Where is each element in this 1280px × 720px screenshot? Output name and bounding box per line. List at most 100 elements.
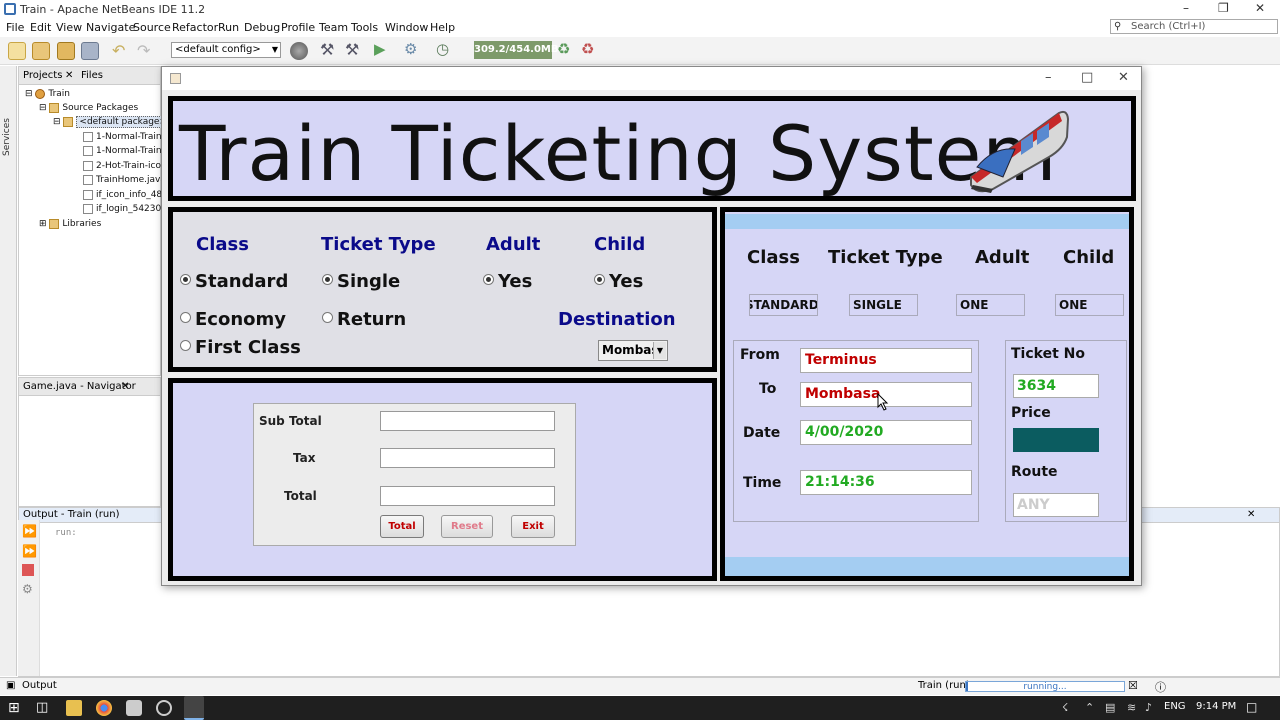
stop-gc-icon[interactable]: ♻: [581, 40, 594, 58]
chevron-up-icon[interactable]: ⌃: [1085, 701, 1094, 714]
destination-select[interactable]: Mombasa ▼: [598, 340, 668, 361]
chrome-icon[interactable]: [96, 700, 112, 716]
undo-icon[interactable]: ↶: [112, 42, 130, 60]
clock-app-icon[interactable]: [156, 700, 172, 716]
tab-projects[interactable]: Projects: [23, 70, 62, 81]
open-project-icon[interactable]: [57, 42, 75, 60]
menu-profile[interactable]: Profile: [281, 21, 315, 34]
radio-first-class[interactable]: First Class: [180, 337, 301, 358]
date-field[interactable]: 4/00/2020: [800, 420, 972, 445]
ticket-no-field[interactable]: 3634: [1013, 374, 1099, 398]
output-toggle-icon[interactable]: ▣: [6, 680, 15, 691]
notification-center-icon[interactable]: □: [1246, 700, 1257, 714]
gc-icon[interactable]: ♻: [557, 40, 570, 58]
redo-icon[interactable]: ↷: [137, 42, 155, 60]
tree-file[interactable]: 1-Normal-Train: [83, 144, 162, 158]
network-icon[interactable]: ▤: [1105, 701, 1115, 714]
task-view-icon[interactable]: ◫: [36, 700, 52, 716]
radio-adult-yes[interactable]: Yes: [483, 271, 532, 292]
reset-button[interactable]: Reset: [441, 515, 493, 538]
debug-icon[interactable]: ⚙: [404, 40, 417, 58]
menu-refactor[interactable]: Refactor: [172, 21, 218, 34]
menu-run[interactable]: Run: [218, 21, 239, 34]
close-icon[interactable]: ✕: [1118, 70, 1129, 85]
menu-source[interactable]: Source: [133, 21, 171, 34]
tree-libraries[interactable]: ⊞ Libraries: [39, 217, 101, 231]
tax-field[interactable]: [380, 448, 555, 468]
wifi-icon[interactable]: ≋: [1127, 701, 1136, 714]
radio-economy[interactable]: Economy: [180, 309, 286, 330]
menu-navigate[interactable]: Navigate: [86, 21, 135, 34]
people-icon[interactable]: ☇: [1062, 701, 1068, 714]
tree-file[interactable]: 1-Normal-Train: [83, 130, 162, 144]
total-field[interactable]: [380, 486, 555, 506]
hammer-icon[interactable]: ⚒: [320, 40, 334, 59]
menu-edit[interactable]: Edit: [30, 21, 51, 34]
tree-file[interactable]: if_login_54230.: [83, 202, 164, 216]
config-select[interactable]: <default config> ▼: [171, 42, 281, 58]
radio-return[interactable]: Return: [322, 309, 406, 330]
image-file-icon: [83, 145, 93, 156]
services-tab[interactable]: Services: [2, 118, 12, 156]
restore-icon[interactable]: ❐: [1218, 1, 1229, 15]
cancel-task-icon[interactable]: ☒: [1128, 679, 1138, 692]
radio-child-yes[interactable]: Yes: [594, 271, 643, 292]
stop-icon[interactable]: [22, 564, 34, 576]
tree-project[interactable]: ⊟ Train: [25, 87, 70, 101]
tree-default-package[interactable]: ⊟ <default package>: [53, 115, 171, 129]
close-icon[interactable]: ✕: [65, 70, 73, 81]
ide-search-input[interactable]: ⚲ Search (Ctrl+I): [1110, 19, 1278, 34]
menu-view[interactable]: View: [56, 21, 82, 34]
menu-tools[interactable]: Tools: [351, 21, 378, 34]
java-app-task-icon[interactable]: [184, 696, 204, 720]
clean-build-icon[interactable]: ⚒: [345, 40, 359, 59]
profile-icon[interactable]: ◷: [436, 40, 449, 58]
new-file-icon[interactable]: [8, 42, 26, 60]
minimize-icon[interactable]: –: [1183, 1, 1189, 15]
radio-single[interactable]: Single: [322, 271, 400, 292]
price-field[interactable]: [1013, 428, 1099, 452]
tab-files[interactable]: Files: [81, 70, 103, 81]
menu-help[interactable]: Help: [430, 21, 455, 34]
time-field[interactable]: 21:14:36: [800, 470, 972, 495]
new-project-icon[interactable]: [32, 42, 50, 60]
clock-time[interactable]: 9:14 PM: [1196, 701, 1236, 712]
maximize-icon[interactable]: □: [1081, 70, 1093, 85]
windows-start-icon[interactable]: ⊞: [8, 700, 24, 716]
menu-team[interactable]: Team: [319, 21, 348, 34]
save-all-icon[interactable]: [81, 42, 99, 60]
status-output[interactable]: Output: [22, 680, 57, 691]
rerun-different-icon[interactable]: ⏩: [22, 544, 37, 558]
close-icon[interactable]: ✕: [1255, 1, 1265, 15]
netbeans-task-icon[interactable]: [126, 700, 142, 716]
tree-file[interactable]: TrainHome.java: [83, 173, 166, 187]
rerun-icon[interactable]: ⏩: [22, 524, 37, 538]
tree-file[interactable]: if_icon_info_48: [83, 188, 162, 202]
file-explorer-icon[interactable]: [66, 700, 82, 716]
tree-source-packages[interactable]: ⊟ Source Packages: [39, 101, 138, 115]
radio-selected-icon: [594, 274, 605, 285]
from-field[interactable]: Terminus: [800, 348, 972, 373]
tab-output[interactable]: Output - Train (run): [23, 509, 119, 520]
run-icon[interactable]: ▶: [374, 40, 386, 58]
total-button[interactable]: Total: [380, 515, 424, 538]
notifications-icon[interactable]: ⓘ: [1155, 679, 1166, 695]
close-icon[interactable]: ✕: [121, 381, 129, 392]
menu-file[interactable]: File: [6, 21, 24, 34]
minimize-icon[interactable]: –: [1045, 70, 1052, 85]
settings-icon[interactable]: ⚙: [22, 582, 33, 596]
volume-icon[interactable]: ♪: [1145, 701, 1152, 714]
radio-standard[interactable]: Standard: [180, 271, 288, 292]
menu-window[interactable]: Window: [385, 21, 428, 34]
subtotal-field[interactable]: [380, 411, 555, 431]
route-field[interactable]: ANY: [1013, 493, 1099, 517]
tree-file[interactable]: 2-Hot-Train-icon: [83, 159, 167, 173]
language-indicator[interactable]: ENG: [1164, 701, 1186, 712]
globe-icon[interactable]: [290, 42, 308, 60]
exit-button[interactable]: Exit: [511, 515, 555, 538]
memory-meter[interactable]: 309.2/454.0MB: [474, 41, 559, 59]
tab-navigator[interactable]: Game.java - Navigator: [23, 381, 136, 392]
menu-debug[interactable]: Debug: [244, 21, 280, 34]
close-icon[interactable]: ✕: [1247, 509, 1255, 520]
time-label: Time: [743, 475, 782, 491]
